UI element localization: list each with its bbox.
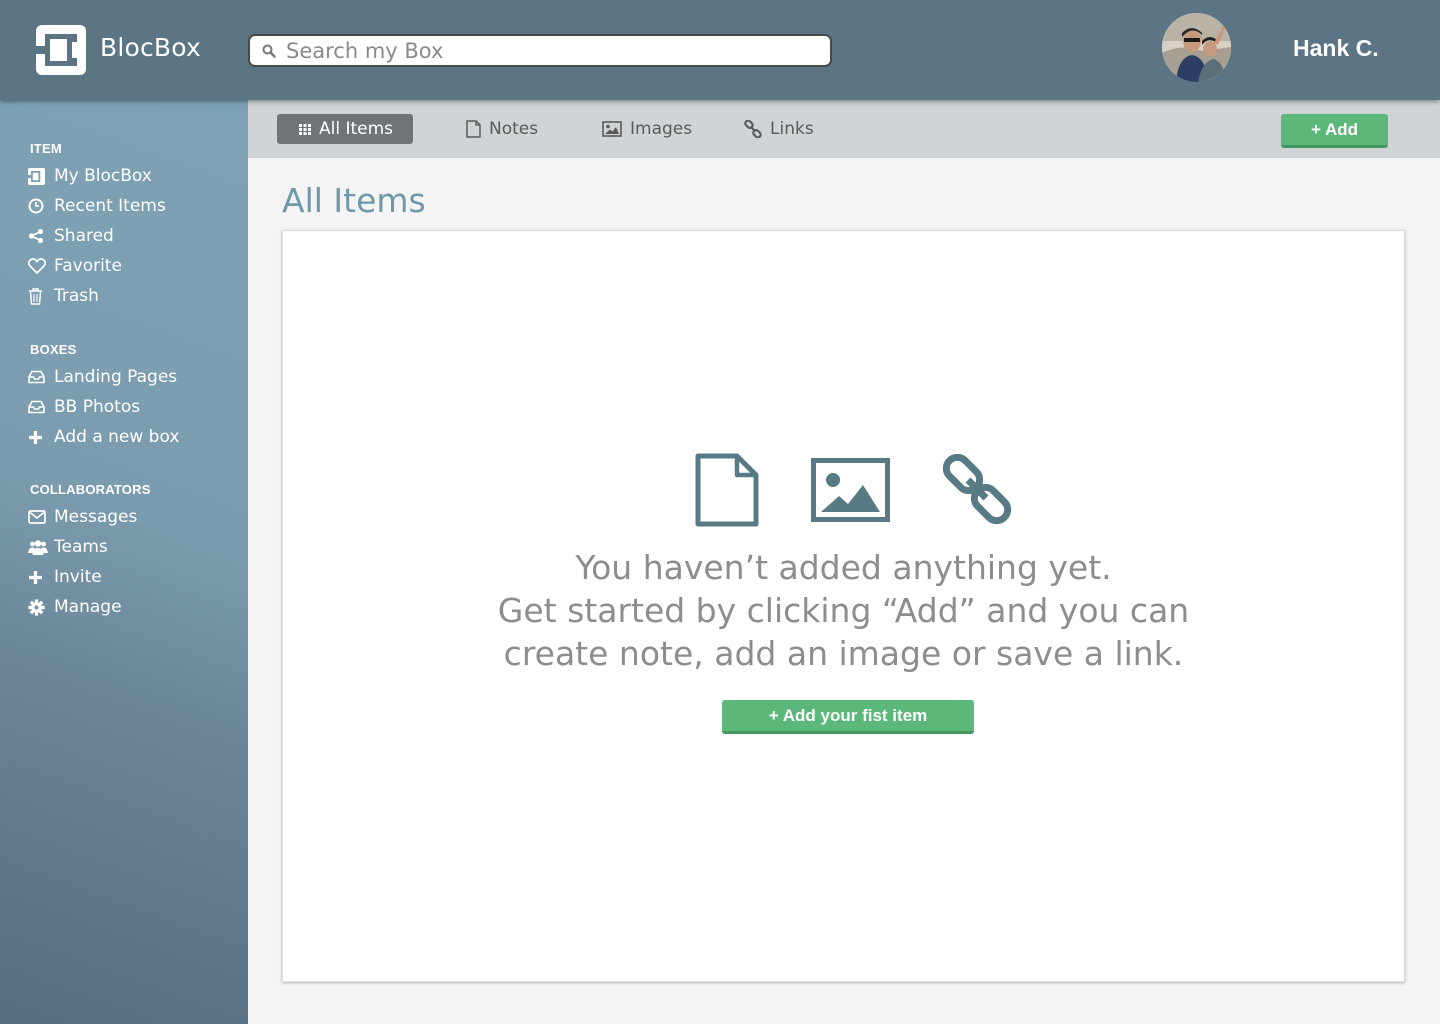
sidebar-item-bb-photos[interactable]: BB Photos [28,394,140,420]
empty-line-1: You haven’t added anything yet. [575,548,1112,587]
sidebar-item-landing-pages[interactable]: Landing Pages [28,364,177,390]
tab-label: Images [630,119,693,139]
user-photo [1162,13,1231,82]
tab-notes[interactable]: Notes [466,114,538,144]
tab-label: Links [770,119,814,139]
sidebar-item-label: Invite [54,567,102,587]
username[interactable]: Hank C. [1293,35,1379,62]
sidebar-item-shared[interactable]: Shared [28,223,114,249]
sidebar-item-label: Add a new box [54,427,180,447]
sidebar-item-label: Messages [54,507,138,527]
search-input[interactable] [286,38,816,64]
envelope-icon [28,508,48,526]
plus-icon [28,428,48,446]
sidebar-item-label: Landing Pages [54,367,178,387]
share-icon [28,227,48,245]
inbox-icon [28,368,48,386]
clock-icon [28,197,48,215]
link-icon [942,453,1012,525]
empty-state-message: You haven’t added anything yet. Get star… [283,546,1404,675]
sidebar-item-trash[interactable]: Trash [28,283,99,309]
sidebar-item-label: Shared [54,226,114,246]
trash-icon [28,287,48,305]
tab-label: All Items [319,119,394,139]
tab-label: Notes [489,119,539,139]
sidebar-item-label: BB Photos [54,397,141,417]
tab-all-items[interactable]: All Items [277,114,414,144]
sidebar-item-manage[interactable]: Manage [28,594,122,620]
items-panel: You haven’t added anything yet. Get star… [282,230,1405,982]
page-title: All Items [282,181,426,220]
note-icon [695,453,759,527]
sidebar-item-label: My BlocBox [54,166,152,186]
file-icon [466,120,481,138]
add-first-item-button[interactable]: + Add your fist item [722,700,974,734]
empty-line-3: create note, add an image or save a link… [503,634,1184,673]
plus-icon [28,568,48,586]
section-title-boxes: BOXES [30,342,77,357]
empty-line-2: Get started by clicking “Add” and you ca… [497,591,1190,630]
blocbox-logo-icon[interactable] [36,25,86,75]
grid-icon [299,123,311,135]
add-button[interactable]: + Add [1281,114,1388,148]
sidebar-item-my-blocbox[interactable]: My BlocBox [28,163,152,189]
brand-name[interactable]: BlocBox [100,33,201,62]
sidebar-item-label: Trash [54,286,99,306]
link-icon [744,120,762,138]
avatar[interactable] [1162,13,1231,82]
sidebar-item-label: Recent Items [54,196,166,216]
sidebar-item-add-new-box[interactable]: Add a new box [28,424,179,450]
image-icon [602,121,622,137]
sidebar-item-invite[interactable]: Invite [28,564,102,590]
search-box[interactable] [248,34,832,67]
tab-links[interactable]: Links [744,114,814,144]
filter-toolbar: All Items Notes Images Links + Add [248,100,1440,158]
tab-images[interactable]: Images [602,114,692,144]
sidebar: ITEM My BlocBox Recent Items Shared Favo… [0,100,248,1024]
inbox-icon [28,398,48,416]
blocbox-icon [28,167,48,185]
sidebar-item-recent-items[interactable]: Recent Items [28,193,166,219]
empty-state-icons [283,453,1404,527]
sidebar-item-label: Teams [54,537,108,557]
sidebar-item-messages[interactable]: Messages [28,504,137,530]
heart-icon [28,257,48,275]
image-icon [811,458,890,522]
gear-icon [28,598,48,616]
sidebar-item-teams[interactable]: Teams [28,534,108,560]
search-icon [262,44,276,58]
sidebar-item-label: Favorite [54,256,122,276]
sidebar-item-label: Manage [54,597,122,617]
sidebar-item-favorite[interactable]: Favorite [28,253,122,279]
users-icon [28,538,48,556]
section-title-collaborators: COLLABORATORS [30,482,151,497]
app-header: BlocBox Hank C. [0,0,1440,100]
section-title-item: ITEM [30,141,62,156]
